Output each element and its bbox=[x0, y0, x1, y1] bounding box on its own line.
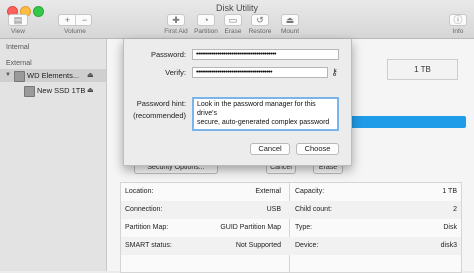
table-row: Partition Map: GUID Partition Map Type: … bbox=[121, 219, 461, 237]
info-value: GUID Partition Map bbox=[220, 224, 281, 231]
info-icon: ⓘ bbox=[453, 15, 463, 25]
info-value: disk3 bbox=[440, 242, 457, 249]
view-button[interactable]: ▤ bbox=[8, 14, 28, 26]
mount-icon: ⏏ bbox=[285, 15, 295, 25]
eject-icon[interactable]: ⏏ bbox=[87, 86, 94, 94]
disclosure-triangle-icon[interactable]: ▼ bbox=[5, 72, 11, 78]
volume-label: Volume bbox=[64, 28, 86, 35]
toolbar: Disk Utility ▤ View + − Volume ✚ First A… bbox=[0, 0, 474, 39]
info-button[interactable]: ⓘ bbox=[449, 14, 467, 26]
window-title: Disk Utility bbox=[216, 3, 258, 13]
first-aid-label: First Aid bbox=[164, 28, 188, 35]
capacity-badge: 1 TB bbox=[387, 59, 458, 80]
sidebar-item-label: WD Elements... bbox=[27, 71, 80, 80]
sidebar-item-wd-elements[interactable]: ▼ WD Elements... ⏏ bbox=[0, 69, 106, 82]
password-hint-sublabel: (recommended) bbox=[133, 111, 186, 120]
password-sheet: Password: ••••••••••••••••••••••••••••••… bbox=[123, 39, 352, 166]
info-table: Location: External Capacity: 1 TB Connec… bbox=[120, 182, 462, 273]
sidebar-item-label: New SSD 1TB bbox=[37, 86, 86, 95]
info-value: Disk bbox=[443, 224, 457, 231]
erase-button[interactable]: ▭ bbox=[224, 14, 242, 26]
info-label: Device: bbox=[295, 242, 319, 249]
info-label: Info bbox=[452, 28, 464, 35]
view-label: View bbox=[11, 28, 25, 35]
table-row: Connection: USB Child count: 2 bbox=[121, 201, 461, 219]
key-icon[interactable]: ⚷ bbox=[330, 67, 339, 78]
info-label: SMART status: bbox=[125, 242, 172, 249]
info-value: Not Supported bbox=[235, 242, 281, 249]
info-label: Type: bbox=[295, 224, 313, 231]
info-value: 1 TB bbox=[442, 188, 457, 195]
verify-label: Verify: bbox=[165, 68, 186, 77]
sidebar-header-internal: Internal bbox=[6, 44, 30, 51]
external-disk-icon bbox=[14, 71, 25, 82]
volume-icon bbox=[24, 86, 35, 97]
password-label: Password: bbox=[150, 50, 186, 59]
restore-button[interactable]: ↺ bbox=[251, 14, 269, 26]
mount-button[interactable]: ⏏ bbox=[281, 14, 299, 26]
info-value: External bbox=[255, 188, 281, 195]
partition-button[interactable]: ◔ bbox=[197, 14, 215, 26]
info-label: Partition Map: bbox=[125, 224, 169, 231]
restore-label: Restore bbox=[248, 28, 272, 35]
table-row: SMART status: Not Supported Device: disk… bbox=[121, 237, 461, 255]
sidebar-header-external: External bbox=[6, 60, 32, 67]
table-row: Location: External Capacity: 1 TB bbox=[121, 183, 461, 201]
cancel-button[interactable]: Cancel bbox=[250, 143, 290, 155]
verify-field[interactable]: ••••••••••••••••••••••••••••••••••••••• bbox=[192, 67, 328, 78]
password-field[interactable]: ••••••••••••••••••••••••••••••••••••••••… bbox=[192, 49, 339, 60]
partition-label: Partition bbox=[194, 28, 218, 35]
view-icon: ▤ bbox=[13, 15, 23, 25]
first-aid-button[interactable]: ✚ bbox=[167, 14, 185, 26]
add-volume-button[interactable]: + bbox=[59, 15, 76, 25]
info-label: Connection: bbox=[125, 206, 163, 213]
info-label: Child count: bbox=[295, 206, 332, 213]
erase-label: Erase bbox=[224, 28, 242, 35]
password-hint-field[interactable]: Look in the password manager for this dr… bbox=[192, 97, 339, 131]
restore-icon: ↺ bbox=[256, 15, 264, 25]
erase-icon: ▭ bbox=[228, 15, 238, 25]
info-value: USB bbox=[266, 206, 281, 213]
info-label: Location: bbox=[125, 188, 154, 195]
usage-bar bbox=[335, 116, 466, 128]
choose-button[interactable]: Choose bbox=[296, 143, 339, 155]
eject-icon[interactable]: ⏏ bbox=[87, 71, 94, 79]
sidebar: Internal External ▼ WD Elements... ⏏ New… bbox=[0, 39, 107, 271]
partition-icon: ◔ bbox=[203, 15, 209, 25]
remove-volume-button[interactable]: − bbox=[76, 15, 93, 25]
first-aid-icon: ✚ bbox=[172, 15, 180, 25]
sidebar-item-new-ssd[interactable]: New SSD 1TB ⏏ bbox=[0, 84, 106, 97]
info-label: Capacity: bbox=[295, 188, 325, 195]
mount-label: Mount bbox=[280, 28, 300, 35]
info-value: 2 bbox=[453, 206, 457, 213]
password-hint-label: Password hint: bbox=[136, 99, 186, 108]
volume-segmented-control: + − bbox=[58, 14, 92, 26]
